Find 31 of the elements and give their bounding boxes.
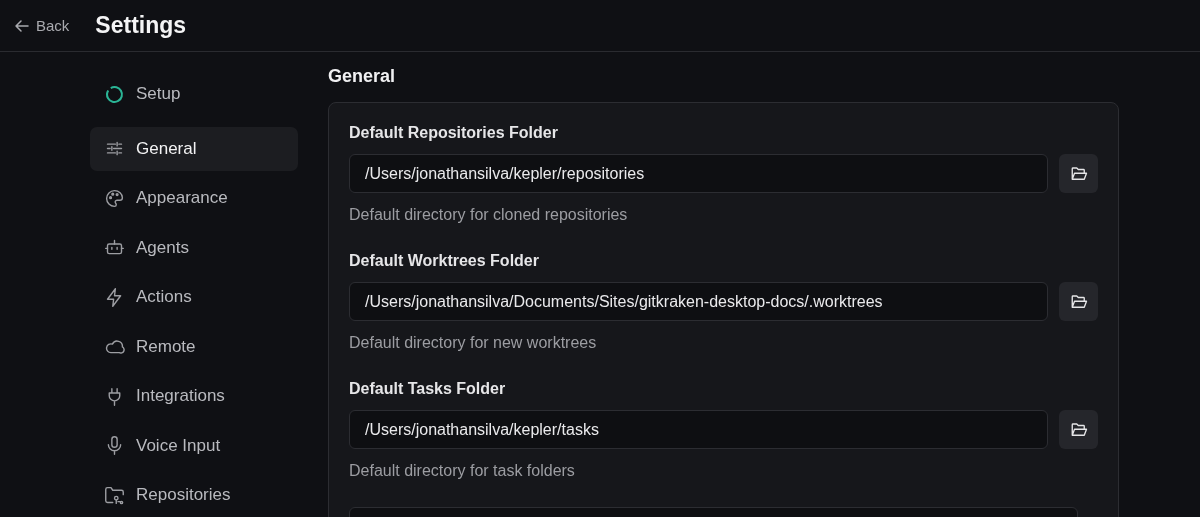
help-text: Default directory for new worktrees [349,333,598,353]
sidebar-item[interactable]: General [90,126,298,171]
help-text: Default directory for task folders [349,461,576,481]
sidebar-item[interactable]: Integrations [90,374,298,418]
sidebar-item[interactable]: Remote [90,324,298,369]
input-field[interactable]: /Users/jonathansilva/kepler/tasks [349,410,1048,449]
sidebar-item[interactable]: Repositories [90,473,298,517]
sidebar-item[interactable]: Voice Input [90,423,298,468]
sidebar-item[interactable]: Appearance [90,176,298,220]
field-label: Default Repositories Folder [349,123,559,143]
input-field[interactable]: /Users/jonathansilva/Documents/Sites/gitkraken-desktop-docs/.worktrees [349,282,1048,321]
folder-icon [1069,164,1088,183]
folder-icon [1069,292,1088,311]
page-title: Settings [95,12,187,39]
palette-icon [104,187,125,209]
folder-icon [1069,420,1088,439]
back-button[interactable]: Back [12,15,72,36]
sidebar-item[interactable]: Setup [90,72,298,116]
section-title: General [328,66,397,88]
browse-folder-button[interactable] [1059,282,1098,321]
folder-key-icon [104,484,125,506]
browse-folder-button[interactable] [1059,410,1098,449]
arrow-left-icon [14,17,30,34]
field-label: Default Worktrees Folder [349,251,540,271]
sidebar-item[interactable]: Actions [90,275,298,319]
help-text: Default directory for cloned repositories [349,205,629,225]
field-label: Default Tasks Folder [349,379,507,399]
browse-folder-button[interactable] [1059,154,1098,193]
sidebar-item[interactable]: Agents [90,225,298,270]
input-field[interactable]: /Users/jonathansilva/kepler/repositories [349,154,1048,193]
progress-ring-icon [104,83,125,105]
